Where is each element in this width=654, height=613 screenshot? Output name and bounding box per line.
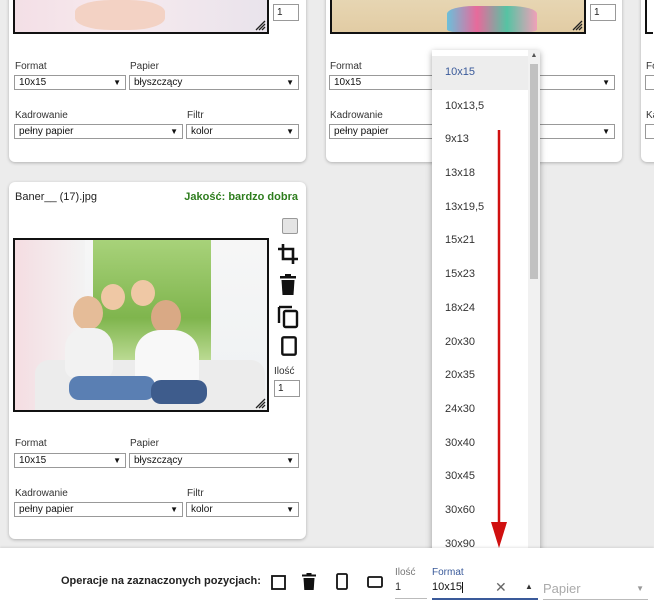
photo-thumbnail-partial <box>645 0 653 34</box>
dropdown-arrow-icon: ▼ <box>113 78 121 87</box>
photo-card-top-left: 1 Format 10x15 ▼ Papier błyszczący ▼ Kadro… <box>9 0 306 162</box>
baby-image <box>75 0 165 30</box>
photo-thumbnail[interactable] <box>330 0 586 34</box>
photo-thumbnail[interactable] <box>13 238 269 412</box>
child-image <box>447 6 537 32</box>
scrollbar-track[interactable]: ▲ ▼ <box>528 50 540 562</box>
quantity-input[interactable]: 1 <box>273 4 299 21</box>
clear-icon[interactable]: ✕ <box>495 579 507 596</box>
select-checkbox[interactable] <box>282 218 298 234</box>
filter-label: Filtr <box>187 488 204 499</box>
format-select[interactable]: 10x15 <box>329 75 441 90</box>
family-image <box>65 280 210 408</box>
landscape-orientation-icon[interactable] <box>367 576 383 588</box>
paper-select[interactable]: Papier ▼ <box>543 581 648 600</box>
crop-icon[interactable] <box>276 242 300 266</box>
format-label: Format <box>15 438 47 449</box>
scroll-up-icon[interactable]: ▲ <box>528 50 540 62</box>
photo-thumbnail[interactable] <box>13 0 269 34</box>
quantity-input[interactable]: 1 <box>590 4 616 21</box>
filter-label: Filtr <box>187 110 204 121</box>
paper-select-partial[interactable]: ▼ <box>538 75 615 90</box>
bulk-operations-bar: Operacje na zaznaczonych pozycjach: Iloś… <box>0 548 654 613</box>
filter-select-partial[interactable]: ▼ <box>538 124 615 139</box>
scrollbar-thumb[interactable] <box>530 64 538 279</box>
resize-handle-icon[interactable] <box>254 397 266 409</box>
format-option[interactable]: 18x24 <box>432 292 528 326</box>
format-input[interactable]: 10x15 ✕ ▲ <box>432 579 538 600</box>
format-option[interactable]: 15x23 <box>432 258 528 292</box>
crop-label: Kadrowanie <box>15 488 68 499</box>
quantity-label: Ilość <box>274 366 295 377</box>
operations-label: Operacje na zaznaczonych pozycjach: <box>61 575 261 587</box>
format-option[interactable]: 30x40 <box>432 427 528 461</box>
dropdown-up-icon[interactable]: ▲ <box>525 582 533 591</box>
resize-handle-icon[interactable] <box>571 19 583 31</box>
quality-indicator: Jakość: bardzo dobra <box>184 191 298 203</box>
crop-label: Kadrowanie <box>330 110 383 121</box>
format-dropdown-menu[interactable]: 10x15 10x13,5 9x13 13x18 13x19,5 15x21 15x23 18… <box>432 50 540 562</box>
quantity-input[interactable]: 1 <box>395 581 427 599</box>
paper-select[interactable]: błyszczący ▼ <box>129 75 299 90</box>
crop-select[interactable]: pełny papier ▼ <box>14 502 183 517</box>
format-select[interactable]: 10x15 ▼ <box>14 75 126 90</box>
format-option[interactable]: 13x19,5 <box>432 191 528 225</box>
format-label-partial: Fo <box>646 61 654 72</box>
format-option[interactable]: 13x18 <box>432 157 528 191</box>
photo-card-main: Baner__ (17).jpg Jakość: bardzo dobra Il… <box>9 182 306 539</box>
format-option[interactable]: 10x13,5 <box>432 90 528 124</box>
dropdown-arrow-icon: ▼ <box>602 78 610 87</box>
crop-label-partial: Ka <box>646 110 654 121</box>
dropdown-arrow-icon: ▼ <box>113 456 121 465</box>
filename: Baner__ (17).jpg <box>15 191 97 203</box>
format-option[interactable]: 20x35 <box>432 359 528 393</box>
format-option[interactable]: 10x15 <box>432 56 528 90</box>
format-label: Format <box>432 567 464 578</box>
crop-select[interactable]: pełny papier ▼ <box>14 124 183 139</box>
dropdown-arrow-icon: ▼ <box>170 505 178 514</box>
paper-select[interactable]: błyszczący ▼ <box>129 453 299 468</box>
format-option[interactable]: 15x21 <box>432 224 528 258</box>
quantity-input[interactable]: 1 <box>274 380 300 397</box>
format-option[interactable]: 20x30 <box>432 326 528 360</box>
format-select[interactable]: 10x15 ▼ <box>14 453 126 468</box>
dropdown-arrow-icon: ▼ <box>170 127 178 136</box>
format-label: Format <box>15 61 47 72</box>
paper-label: Papier <box>130 61 159 72</box>
red-arrow-annotation <box>491 130 507 548</box>
paper-label: Papier <box>130 438 159 449</box>
select-all-checkbox-icon[interactable] <box>271 575 286 590</box>
format-select-partial[interactable] <box>645 75 654 90</box>
format-option[interactable]: 9x13 <box>432 123 528 157</box>
dropdown-arrow-icon: ▼ <box>286 78 294 87</box>
filter-select[interactable]: kolor ▼ <box>186 124 299 139</box>
filter-select[interactable]: kolor ▼ <box>186 502 299 517</box>
trash-icon[interactable] <box>279 274 297 296</box>
trash-icon[interactable] <box>302 573 316 590</box>
dropdown-arrow-icon: ▼ <box>602 127 610 136</box>
crop-label: Kadrowanie <box>15 110 68 121</box>
crop-select[interactable]: pełny papier <box>329 124 441 139</box>
format-options-list: 10x15 10x13,5 9x13 13x18 13x19,5 15x21 15x23 18… <box>432 56 528 561</box>
format-label: Format <box>330 61 362 72</box>
resize-handle-icon[interactable] <box>254 19 266 31</box>
dropdown-arrow-icon: ▼ <box>286 505 294 514</box>
format-option[interactable]: 24x30 <box>432 393 528 427</box>
format-option[interactable]: 30x45 <box>432 460 528 494</box>
dropdown-arrow-icon: ▼ <box>286 456 294 465</box>
dropdown-arrow-icon: ▼ <box>636 584 644 593</box>
duplicate-icon[interactable] <box>276 303 300 329</box>
dropdown-arrow-icon: ▼ <box>286 127 294 136</box>
format-option[interactable]: 30x60 <box>432 494 528 528</box>
photo-card-top-right: Fo Ka <box>641 0 654 162</box>
orientation-icon[interactable] <box>281 336 297 356</box>
crop-select-partial[interactable] <box>645 124 654 139</box>
portrait-orientation-icon[interactable] <box>336 573 348 590</box>
quantity-label: Ilość <box>395 567 416 578</box>
